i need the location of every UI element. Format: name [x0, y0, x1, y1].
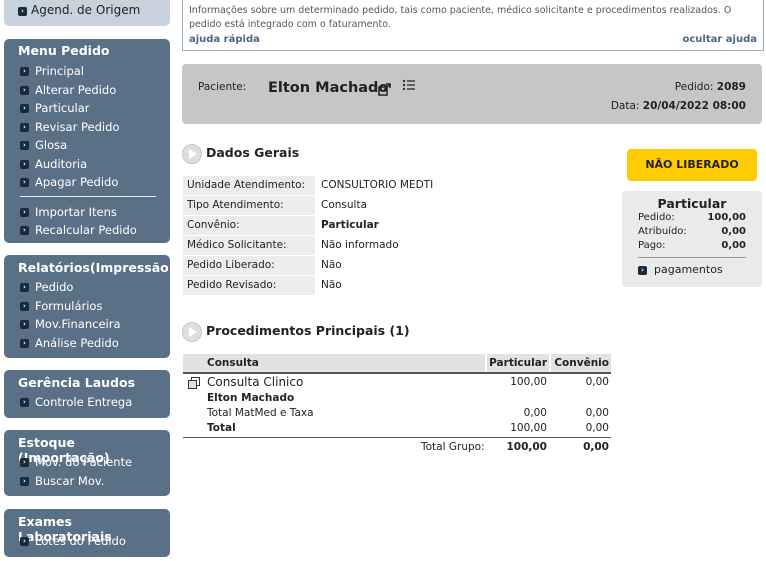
sidebar-item-principal[interactable]: › Principal — [4, 62, 170, 81]
status-badge: NÃO LIBERADO — [627, 149, 757, 181]
atribuido-value: 0,00 — [721, 226, 746, 237]
patient-name: Elton Machado — [268, 80, 389, 96]
procedure-convenio: 0,00 — [585, 376, 609, 388]
chevron-right-icon: › — [20, 226, 29, 235]
sidebar-item-mov-financeira[interactable]: › Mov.Financeira — [4, 315, 170, 334]
sidebar-item-apagar-pedido[interactable]: › Apagar Pedido — [4, 173, 170, 192]
pedido-date: Data: 20/04/2022 08:00 — [610, 100, 746, 112]
table-header-divider — [183, 372, 611, 374]
gerencia-title: Gerência Laudos — [18, 375, 136, 390]
section-play-icon — [182, 322, 202, 342]
chevron-right-icon: › — [20, 207, 29, 217]
col-header-consulta: Consulta — [183, 354, 485, 372]
pedido-value: 100,00 — [707, 212, 746, 223]
card-title: Particular — [657, 196, 727, 211]
chevron-right-icon: › — [20, 476, 29, 486]
exames-title: Exames Laboratoriais — [18, 514, 112, 544]
chevron-right-icon: › — [20, 283, 29, 292]
col-header-convenio: Convênio — [551, 354, 611, 372]
total-convenio: 0,00 — [585, 422, 609, 434]
matmed-label: Total MatMed e Taxa — [207, 407, 314, 419]
list-icon[interactable] — [402, 78, 416, 96]
relatorios-title: Relatórios(Impressão) — [18, 260, 175, 275]
matmed-convenio: 0,00 — [585, 407, 609, 419]
sidebar-item-mov-paciente[interactable]: › Mov. do Paciente — [4, 453, 170, 472]
sidebar-item-buscar-mov[interactable]: › Buscar Mov. — [4, 472, 170, 491]
grupo-label: Total Grupo: — [421, 441, 485, 453]
chevron-right-icon: › — [20, 141, 29, 150]
card-divider — [638, 257, 746, 258]
menu-pedido-panel: Menu Pedido › Principal › Alterar Pedido ›… — [4, 39, 170, 243]
procedimentos-title: Procedimentos Principais (1) — [206, 323, 410, 338]
chevron-right-icon: › — [20, 458, 29, 467]
help-panel: Informações sobre um determinado pedido,… — [182, 0, 764, 51]
dados-gerais-title: Dados Gerais — [206, 145, 300, 160]
relatorios-panel: Relatórios(Impressão) › Pedido › Formulári… — [4, 255, 175, 358]
sidebar-item-alterar-pedido[interactable]: › Alterar Pedido — [4, 81, 170, 100]
section-play-icon — [182, 144, 202, 164]
chevron-right-icon: › — [20, 104, 29, 113]
sidebar-item-recalcular-pedido[interactable]: › Recalcular Pedido — [4, 221, 170, 240]
matmed-particular: 0,00 — [523, 407, 547, 419]
procedure-particular: 100,00 — [510, 376, 547, 388]
total-particular: 100,00 — [510, 422, 547, 434]
sidebar-item-lotes-pedido[interactable]: › Lotes do Pedido — [4, 532, 170, 551]
pago-value: 0,00 — [721, 240, 746, 251]
sidebar-item-report-pedido[interactable]: › Pedido — [4, 278, 170, 297]
help-text: Informações sobre um determinado pedido,… — [189, 5, 732, 30]
sidebar-item-importar-itens[interactable]: › Importar Itens — [4, 203, 170, 222]
menu-divider — [20, 195, 156, 197]
patient-header: Paciente: Elton Machado Pedido: 2089 Dat… — [182, 64, 762, 124]
payment-summary-card: Particular Pedido: 100,00 Atribuído: 0,0… — [622, 191, 762, 287]
chevron-right-icon: › — [20, 159, 29, 169]
pedido-number: Pedido: 2089 — [674, 81, 746, 93]
pagamentos-link[interactable]: › pagamentos — [638, 263, 723, 276]
chevron-right-icon: › — [18, 7, 27, 16]
exames-panel: Exames Laboratoriais › Lotes do Pedido — [4, 509, 170, 557]
chevron-right-icon: › — [638, 266, 647, 275]
chevron-right-icon: › — [20, 398, 29, 407]
sidebar-item-formularios[interactable]: › Formulários — [4, 297, 170, 316]
hide-help-link[interactable]: ocultar ajuda — [683, 34, 758, 45]
chevron-right-icon: › — [20, 301, 29, 311]
external-link-icon[interactable] — [378, 82, 392, 99]
chevron-right-icon: › — [20, 85, 29, 95]
sidebar-item-controle-entrega[interactable]: › Controle Entrega — [4, 393, 170, 412]
grupo-particular: 100,00 — [506, 441, 547, 453]
pago-label: Pago: — [638, 240, 666, 251]
col-header-particular: Particular — [487, 354, 549, 372]
chevron-right-icon: › — [20, 537, 29, 546]
total-divider — [183, 437, 611, 438]
quick-help-link[interactable]: ajuda rápida — [189, 34, 260, 45]
sidebar-item-agend-origem[interactable]: › Agend. de Origem — [4, 0, 170, 26]
menu-pedido-title: Menu Pedido — [18, 43, 110, 58]
sidebar-item-revisar-pedido[interactable]: › Revisar Pedido — [4, 118, 170, 137]
total-label: Total — [207, 422, 236, 434]
sidebar-item-particular[interactable]: › Particular — [4, 99, 170, 118]
grupo-convenio: 0,00 — [583, 441, 609, 453]
atribuido-label: Atribuído: — [638, 226, 687, 237]
copy-icon[interactable] — [188, 377, 200, 392]
chevron-right-icon: › — [20, 178, 29, 187]
estoque-title: Estoque (Importação) — [18, 435, 110, 465]
chevron-right-icon: › — [20, 67, 29, 76]
sidebar-item-auditoria[interactable]: › Auditoria — [4, 155, 170, 174]
gerencia-panel: Gerência Laudos › Controle Entrega — [4, 370, 170, 418]
procedure-patient: Elton Machado — [207, 392, 295, 404]
chevron-right-icon: › — [20, 338, 29, 348]
pedido-label: Pedido: — [638, 212, 675, 223]
patient-label: Paciente: — [198, 81, 247, 93]
chevron-right-icon: › — [20, 320, 29, 329]
sidebar-item-analise-pedido[interactable]: › Análise Pedido — [4, 334, 170, 353]
estoque-panel: Estoque (Importação) › Mov. do Paciente ›… — [4, 430, 170, 496]
procedure-name[interactable]: Consulta Clinico — [207, 375, 303, 389]
sidebar-item-label: Agend. de Origem — [31, 3, 141, 17]
chevron-right-icon: › — [20, 122, 29, 132]
sidebar-item-glosa[interactable]: › Glosa — [4, 136, 170, 155]
